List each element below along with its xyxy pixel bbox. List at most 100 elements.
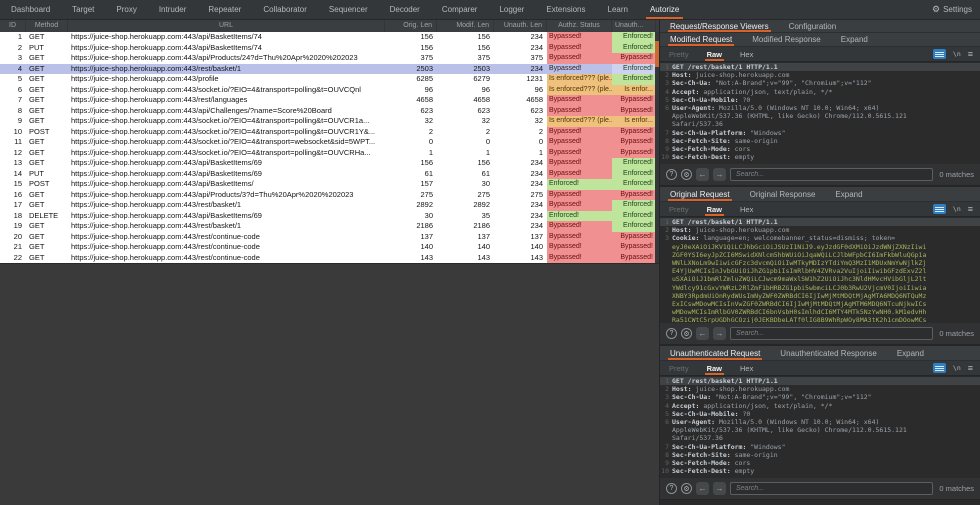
row-id: 11 [14,137,22,146]
column-header[interactable]: URL [68,20,385,32]
menu-item[interactable]: Logger [488,0,535,19]
table-row[interactable]: 13 GET https://juice-shop.herokuapp.com:… [0,158,659,169]
tab-hex[interactable]: Hex [731,361,762,375]
table-row[interactable]: 7 GET https://juice-shop.herokuapp.com:4… [0,95,659,106]
table-row[interactable]: 3 GET https://juice-shop.herokuapp.com:4… [0,53,659,64]
menu-item[interactable]: Decoder [379,0,431,19]
tab-expand[interactable]: Expand [825,187,872,201]
settings-button[interactable]: ⚙ Settings [932,0,980,19]
tab-pretty[interactable]: Pretty [660,47,698,61]
editor-menu-icon[interactable]: ≡ [968,204,973,214]
table-scrollbar-thumb[interactable] [655,41,659,67]
next-match-icon[interactable]: → [713,482,726,495]
table-row[interactable]: 10 POST https://juice-shop.herokuapp.com… [0,126,659,137]
menu-item[interactable]: Intruder [148,0,198,19]
search-settings-icon[interactable]: ⚙ [681,483,692,494]
tab-raw[interactable]: Raw [698,47,731,61]
tab-expand[interactable]: Expand [831,33,878,46]
line-number [660,275,672,283]
tab-hex[interactable]: Hex [731,202,762,216]
row-unauth-status: Is enfor... [612,116,656,127]
table-row[interactable]: 1 GET https://juice-shop.herokuapp.com:4… [0,32,659,43]
editor-menu-icon[interactable]: ≡ [968,363,973,373]
table-row[interactable]: 14 PUT https://juice-shop.herokuapp.com:… [0,168,659,179]
table-row[interactable]: 8 GET https://juice-shop.herokuapp.com:4… [0,105,659,116]
tab-hex[interactable]: Hex [731,47,762,61]
column-header[interactable]: ID [0,20,26,32]
menu-item[interactable]: Collaborator [252,0,318,19]
row-modif-len: 143 [477,252,490,262]
search-input[interactable] [730,327,934,340]
editor-menu-icon[interactable]: ≡ [968,49,973,59]
syntax-highlight-icon[interactable] [932,204,946,214]
row-id: 18 [13,210,22,220]
table-row[interactable]: 5 GET https://juice-shop.herokuapp.com:4… [0,74,659,85]
menu-item[interactable]: Autorize [639,0,690,19]
newline-toggle-icon[interactable]: \n [953,364,961,372]
menu-item[interactable]: Dashboard [0,0,61,19]
search-input[interactable] [730,168,934,181]
prev-match-icon[interactable]: ← [696,482,709,495]
table-row[interactable]: 19 GET https://juice-shop.herokuapp.com:… [0,221,659,232]
tab-original-response[interactable]: Original Response [740,187,826,201]
tab-configuration[interactable]: Configuration [779,20,847,32]
unauthenticated-request-editor[interactable]: 1 GET /rest/basket/1 HTTP/1.1 2 Host: juic… [660,376,980,478]
table-row[interactable]: 2 PUT https://juice-shop.herokuapp.com:4… [0,42,659,53]
search-settings-icon[interactable]: ⚙ [681,328,692,339]
menu-item[interactable]: Extensions [535,0,596,19]
table-row[interactable]: 12 GET https://juice-shop.herokuapp.com:… [0,147,659,158]
syntax-highlight-icon[interactable] [932,363,946,373]
menu-item[interactable]: Target [61,0,105,19]
menu-item[interactable]: Repeater [197,0,252,19]
column-header[interactable]: Unauth... [612,20,656,32]
table-row[interactable]: 18 DELETE https://juice-shop.herokuapp.c… [0,210,659,221]
next-match-icon[interactable]: → [713,327,726,340]
help-icon[interactable]: ? [666,169,677,180]
row-unauth-status: Enforced! [612,221,656,232]
search-input[interactable] [730,482,934,495]
column-header[interactable]: Authz. Status [547,20,612,32]
tab-modified-response[interactable]: Modified Response [742,33,830,46]
table-row[interactable]: 21 GET https://juice-shop.herokuapp.com:… [0,242,659,253]
tab-unauthenticated-request[interactable]: Unauthenticated Request [660,346,770,360]
table-row[interactable]: 17 GET https://juice-shop.herokuapp.com:… [0,200,659,211]
column-header[interactable]: Unauth. Len [494,20,547,32]
table-row[interactable]: 22 GET https://juice-shop.herokuapp.com:… [0,252,659,263]
tab-pretty[interactable]: Pretty [660,361,698,375]
table-row[interactable]: 15 POST https://juice-shop.herokuapp.com… [0,179,659,190]
tab-raw[interactable]: Raw [698,202,731,216]
table-row[interactable]: 4 GET https://juice-shop.herokuapp.com:4… [0,63,659,74]
column-header[interactable]: Modif. Len [437,20,494,32]
table-header[interactable]: ID Method URL Orig. Len Modif. Len Unaut… [0,20,659,32]
menu-item[interactable]: Comparer [431,0,489,19]
tab-expand[interactable]: Expand [887,346,934,360]
menu-item[interactable]: Learn [597,0,639,19]
table-row[interactable]: 16 GET https://juice-shop.herokuapp.com:… [0,189,659,200]
tab-pretty[interactable]: Pretty [660,202,698,216]
next-match-icon[interactable]: → [713,168,726,181]
tab-raw[interactable]: Raw [698,361,731,375]
modified-request-editor[interactable]: 1 GET /rest/basket/1 HTTP/1.1 2 Host: juic… [660,62,980,164]
table-row[interactable]: 11 GET https://juice-shop.herokuapp.com:… [0,137,659,148]
prev-match-icon[interactable]: ← [696,168,709,181]
tab-request-response-viewers[interactable]: Request/Response Viewers [660,20,779,32]
newline-toggle-icon[interactable]: \n [953,50,961,58]
column-header[interactable]: Method [26,20,68,32]
syntax-highlight-icon[interactable] [932,49,946,59]
newline-toggle-icon[interactable]: \n [953,205,961,213]
table-row[interactable]: 6 GET https://juice-shop.herokuapp.com:4… [0,84,659,95]
tab-modified-request[interactable]: Modified Request [660,33,742,46]
prev-match-icon[interactable]: ← [696,327,709,340]
menu-item[interactable]: Proxy [105,0,147,19]
search-settings-icon[interactable]: ⚙ [681,169,692,180]
menu-item[interactable]: Sequencer [318,0,379,19]
help-icon[interactable]: ? [666,483,677,494]
table-row[interactable]: 20 GET https://juice-shop.herokuapp.com:… [0,231,659,242]
editor-line: Safari/537.36 [660,120,980,128]
original-request-editor[interactable]: 1 GET /rest/basket/1 HTTP/1.1 2 Host: juic… [660,217,980,323]
column-header[interactable]: Orig. Len [385,20,437,32]
tab-unauthenticated-response[interactable]: Unauthenticated Response [770,346,887,360]
tab-original-request[interactable]: Original Request [660,187,740,201]
table-row[interactable]: 9 GET https://juice-shop.herokuapp.com:4… [0,116,659,127]
help-icon[interactable]: ? [666,328,677,339]
